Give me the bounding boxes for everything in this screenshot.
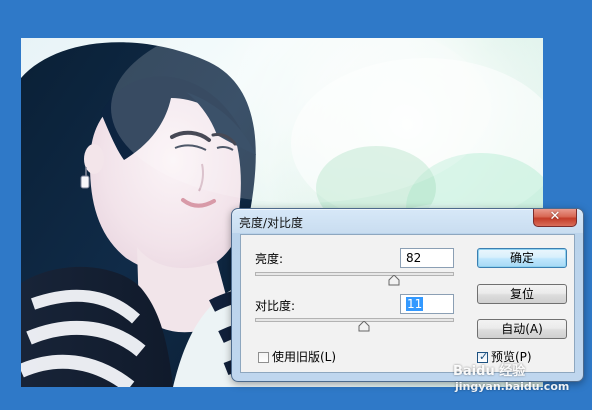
contrast-slider[interactable] <box>255 315 454 332</box>
brightness-slider-track[interactable] <box>255 272 454 276</box>
dialog-content: 亮度: 82 对比度: 11 使用旧版(L) 确定 复位 自动(A) ✓ 预览(… <box>240 234 575 373</box>
ok-button[interactable]: 确定 <box>477 248 567 268</box>
contrast-input[interactable]: 11 <box>400 294 454 314</box>
contrast-slider-track[interactable] <box>255 318 454 322</box>
close-button[interactable]: ✕ <box>533 209 577 227</box>
brightness-input[interactable]: 82 <box>400 248 454 268</box>
close-icon: ✕ <box>549 209 561 224</box>
watermark-site: jingyan.baidu.com <box>455 380 570 393</box>
brightness-contrast-dialog: 亮度/对比度 ✕ 亮度: 82 对比度: 11 使用旧版(L) 确定 复位 自动… <box>231 208 584 382</box>
auto-button[interactable]: 自动(A) <box>477 319 567 339</box>
watermark-brand: Baidu 经验 <box>453 364 526 379</box>
desktop: { "dialog": { "title": "亮度/对比度", "close_… <box>0 0 592 410</box>
use-legacy-label[interactable]: 使用旧版(L) <box>272 348 336 365</box>
dialog-title: 亮度/对比度 <box>239 216 304 230</box>
brightness-slider[interactable] <box>255 269 454 286</box>
dialog-title-bar[interactable]: 亮度/对比度 ✕ <box>232 209 583 234</box>
contrast-label: 对比度: <box>255 299 296 313</box>
reset-button[interactable]: 复位 <box>477 284 567 304</box>
brightness-slider-thumb-icon[interactable] <box>388 275 400 286</box>
contrast-slider-thumb-icon[interactable] <box>358 321 370 332</box>
brightness-value: 82 <box>406 251 422 265</box>
contrast-value: 11 <box>406 297 424 311</box>
brightness-label: 亮度: <box>255 252 284 266</box>
use-legacy-checkbox[interactable] <box>258 352 269 363</box>
